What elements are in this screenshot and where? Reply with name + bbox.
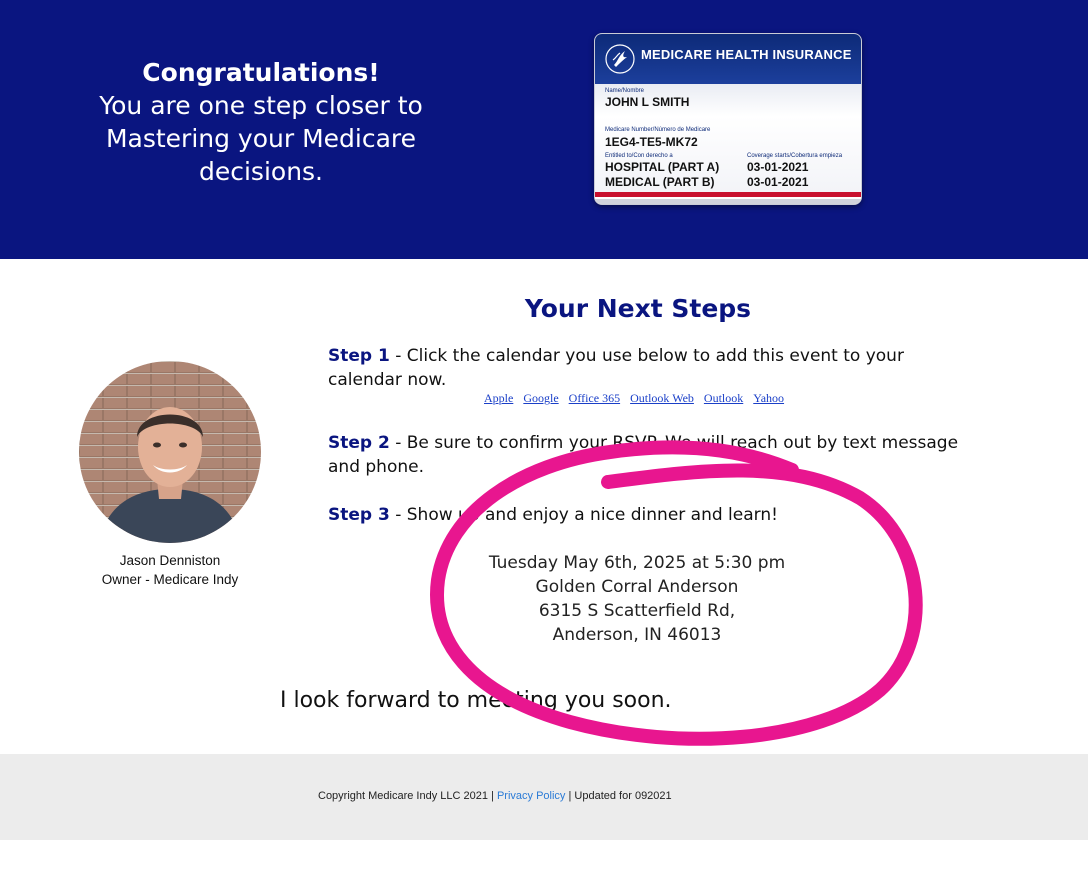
profile-photo <box>79 361 261 543</box>
medicare-card-image: MEDICARE HEALTH INSURANCE Name/Nombre JO… <box>594 33 862 205</box>
hero-text: Congratulations! You are one step closer… <box>60 56 462 188</box>
hhs-eagle-icon <box>605 44 635 74</box>
footer: Copyright Medicare Indy LLC 2021 | Priva… <box>0 754 1088 840</box>
privacy-policy-link[interactable]: Privacy Policy <box>497 790 565 802</box>
step-2-text: - Be sure to confirm your RSVP. We will … <box>328 433 959 477</box>
footer-text: Copyright Medicare Indy LLC 2021 | Priva… <box>318 790 672 802</box>
event-details: Tuesday May 6th, 2025 at 5:30 pm Golden … <box>437 551 837 647</box>
profile-title: Owner - Medicare Indy <box>101 572 239 587</box>
profile-name: Jason Denniston <box>119 553 221 568</box>
event-datetime: Tuesday May 6th, 2025 at 5:30 pm <box>488 553 786 573</box>
step-1-label: Step 1 <box>328 346 390 366</box>
card-number: 1EG4-TE5-MK72 <box>605 135 698 149</box>
step-1: Step 1 - Click the calendar you use belo… <box>328 344 968 392</box>
next-steps-title: Your Next Steps <box>524 294 752 323</box>
step-2: Step 2 - Be sure to confirm your RSVP. W… <box>328 431 968 479</box>
step-3-label: Step 3 <box>328 505 390 525</box>
step-2-label: Step 2 <box>328 433 390 453</box>
event-street: 6315 S Scatterfield Rd, <box>538 601 736 621</box>
closing-message: I look forward to meeting you soon. <box>280 688 672 713</box>
hero-banner: Congratulations! You are one step closer… <box>0 0 1088 259</box>
hero-subtext-line: decisions. <box>198 157 324 186</box>
calendar-link-yahoo[interactable]: Yahoo <box>753 391 784 405</box>
card-part-a-date: 03-01-2021 <box>747 160 809 174</box>
card-part-b: MEDICAL (PART B) <box>605 175 715 189</box>
calendar-link-office365[interactable]: Office 365 <box>569 391 620 405</box>
event-city: Anderson, IN 46013 <box>552 625 722 645</box>
card-entitled-label: Entitled to/Con derecho a <box>605 153 673 159</box>
calendar-link-google[interactable]: Google <box>523 391 558 405</box>
card-part-a: HOSPITAL (PART A) <box>605 160 720 174</box>
card-name-label: Name/Nombre <box>605 88 645 94</box>
calendar-link-apple[interactable]: Apple <box>484 391 513 405</box>
medicare-card-title: MEDICARE HEALTH INSURANCE <box>641 47 852 62</box>
card-coverage-label: Coverage starts/Cobertura empieza <box>747 153 843 159</box>
step-3: Step 3 - Show up and enjoy a nice dinner… <box>328 503 968 527</box>
hero-subtext-line: You are one step closer to <box>99 91 423 120</box>
event-venue: Golden Corral Anderson <box>535 577 739 597</box>
card-name: JOHN L SMITH <box>605 95 690 109</box>
card-number-label: Medicare Number/Número de Medicare <box>605 127 711 133</box>
calendar-links: Apple Google Office 365 Outlook Web Outlook Y… <box>484 391 794 406</box>
medicare-card-body: Name/Nombre JOHN L SMITH Medicare Number… <box>595 84 861 192</box>
footer-updated: | Updated for 092021 <box>565 790 672 802</box>
profile-caption: Jason Denniston Owner - Medicare Indy <box>60 551 280 589</box>
medicare-card-header: MEDICARE HEALTH INSURANCE <box>595 34 861 84</box>
footer-copyright: Copyright Medicare Indy LLC 2021 | <box>318 790 497 802</box>
calendar-link-outlook[interactable]: Outlook <box>704 391 743 405</box>
medicare-card-stripe <box>595 192 861 204</box>
calendar-link-outlook-web[interactable]: Outlook Web <box>630 391 694 405</box>
hero-subtext-line: Mastering your Medicare <box>105 124 417 153</box>
step-1-text: - Click the calendar you use below to ad… <box>328 346 904 390</box>
hero-headline: Congratulations! <box>142 58 380 87</box>
avatar <box>79 361 261 543</box>
card-part-b-date: 03-01-2021 <box>747 175 809 189</box>
step-3-text: - Show up and enjoy a nice dinner and le… <box>389 505 778 525</box>
